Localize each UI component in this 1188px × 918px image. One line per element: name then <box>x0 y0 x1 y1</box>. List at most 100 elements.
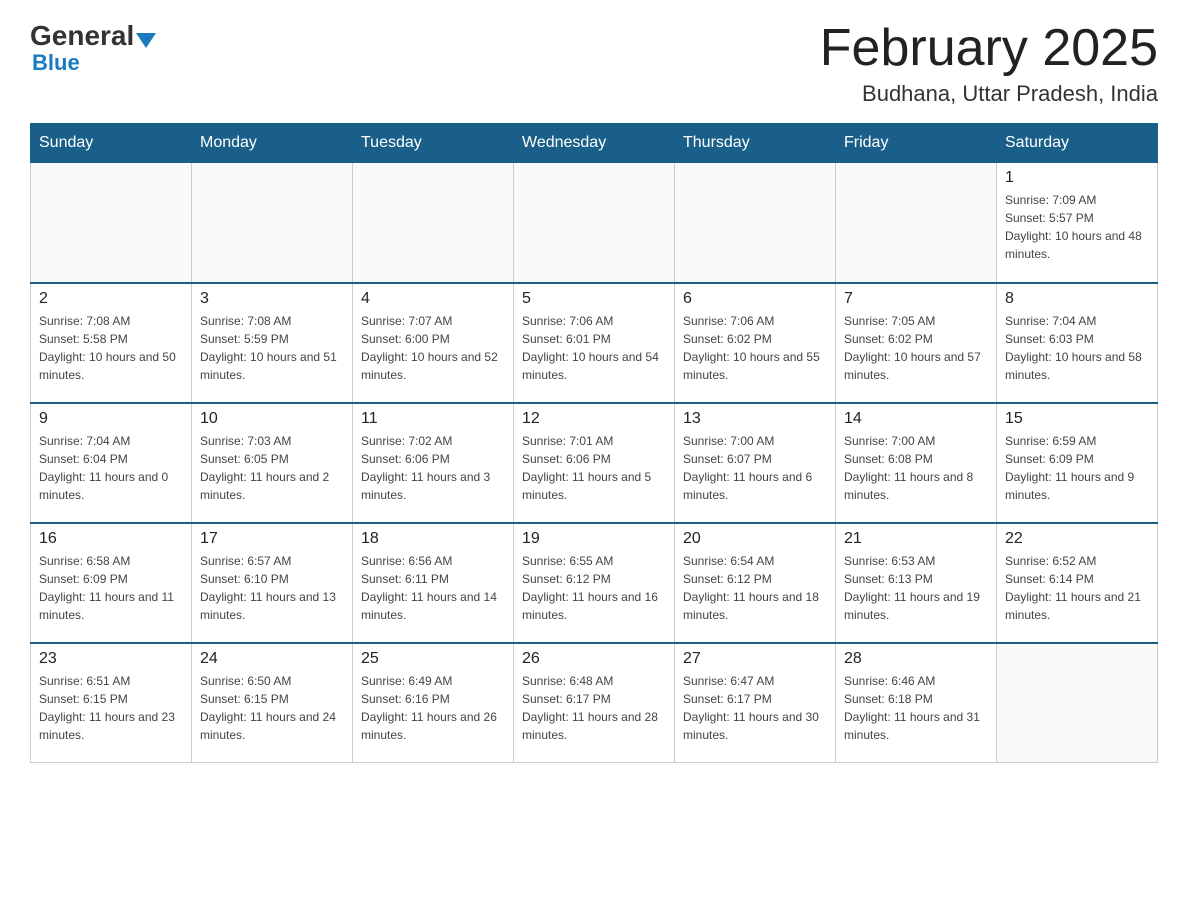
day-number: 17 <box>200 530 344 548</box>
title-area: February 2025 Budhana, Uttar Pradesh, In… <box>820 20 1158 107</box>
day-info: Sunrise: 6:56 AM Sunset: 6:11 PM Dayligh… <box>361 552 505 624</box>
day-info: Sunrise: 7:01 AM Sunset: 6:06 PM Dayligh… <box>522 432 666 504</box>
calendar-cell: 10 Sunrise: 7:03 AM Sunset: 6:05 PM Dayli… <box>192 403 353 523</box>
day-info: Sunrise: 6:58 AM Sunset: 6:09 PM Dayligh… <box>39 552 183 624</box>
day-info: Sunrise: 6:55 AM Sunset: 6:12 PM Dayligh… <box>522 552 666 624</box>
day-number: 15 <box>1005 410 1149 428</box>
calendar-cell: 7 Sunrise: 7:05 AM Sunset: 6:02 PM Daylig… <box>836 283 997 403</box>
calendar-cell: 14Sunrise: 7:00 AM Sunset: 6:08 PM Dayli… <box>836 403 997 523</box>
calendar-cell: 12Sunrise: 7:01 AM Sunset: 6:06 PM Dayli… <box>514 403 675 523</box>
calendar-cell <box>997 643 1158 763</box>
day-number: 18 <box>361 530 505 548</box>
calendar-cell: 25 Sunrise: 6:49 AM Sunset: 6:16 PM Dayli… <box>353 643 514 763</box>
week-row-1: 2Sunrise: 7:08 AM Sunset: 5:58 PM Daylig… <box>31 283 1158 403</box>
day-info: Sunrise: 6:54 AM Sunset: 6:12 PM Dayligh… <box>683 552 827 624</box>
day-number: 28 <box>844 650 988 668</box>
calendar-cell: 23Sunrise: 6:51 AM Sunset: 6:15 PM Dayli… <box>31 643 192 763</box>
header-cell-wednesday: Wednesday <box>514 124 675 163</box>
day-number: 19 <box>522 530 666 548</box>
day-info: Sunrise: 6:52 AM Sunset: 6:14 PM Dayligh… <box>1005 552 1149 624</box>
day-number: 5 <box>522 290 666 308</box>
day-info: Sunrise: 7:08 AM Sunset: 5:59 PM Dayligh… <box>200 312 344 384</box>
day-info: Sunrise: 7:04 AM Sunset: 6:03 PM Dayligh… <box>1005 312 1149 384</box>
day-number: 20 <box>683 530 827 548</box>
day-info: Sunrise: 6:47 AM Sunset: 6:17 PM Dayligh… <box>683 672 827 744</box>
calendar-cell <box>675 163 836 283</box>
calendar-table: SundayMondayTuesdayWednesdayThursdayFrid… <box>30 123 1158 763</box>
header-cell-sunday: Sunday <box>31 124 192 163</box>
calendar-cell: 19 Sunrise: 6:55 AM Sunset: 6:12 PM Dayli… <box>514 523 675 643</box>
calendar-cell: 1 Sunrise: 7:09 AM Sunset: 5:57 PM Daylig… <box>997 163 1158 283</box>
calendar-cell: 22 Sunrise: 6:52 AM Sunset: 6:14 PM Dayli… <box>997 523 1158 643</box>
calendar-cell <box>31 163 192 283</box>
day-number: 22 <box>1005 530 1149 548</box>
calendar-cell <box>514 163 675 283</box>
day-number: 26 <box>522 650 666 668</box>
calendar-cell: 24 Sunrise: 6:50 AM Sunset: 6:15 PM Dayli… <box>192 643 353 763</box>
calendar-cell: 11 Sunrise: 7:02 AM Sunset: 6:06 PM Dayli… <box>353 403 514 523</box>
day-info: Sunrise: 7:06 AM Sunset: 6:02 PM Dayligh… <box>683 312 827 384</box>
calendar-cell: 20 Sunrise: 6:54 AM Sunset: 6:12 PM Dayli… <box>675 523 836 643</box>
calendar-cell: 27 Sunrise: 6:47 AM Sunset: 6:17 PM Dayli… <box>675 643 836 763</box>
day-info: Sunrise: 6:48 AM Sunset: 6:17 PM Dayligh… <box>522 672 666 744</box>
header-cell-friday: Friday <box>836 124 997 163</box>
header-cell-saturday: Saturday <box>997 124 1158 163</box>
header: General Blue February 2025 Budhana, Utta… <box>30 20 1158 107</box>
day-info: Sunrise: 7:09 AM Sunset: 5:57 PM Dayligh… <box>1005 191 1149 263</box>
day-info: Sunrise: 6:59 AM Sunset: 6:09 PM Dayligh… <box>1005 432 1149 504</box>
day-info: Sunrise: 7:05 AM Sunset: 6:02 PM Dayligh… <box>844 312 988 384</box>
day-info: Sunrise: 7:03 AM Sunset: 6:05 PM Dayligh… <box>200 432 344 504</box>
calendar-cell <box>836 163 997 283</box>
week-row-0: 1 Sunrise: 7:09 AM Sunset: 5:57 PM Daylig… <box>31 163 1158 283</box>
calendar-cell: 8Sunrise: 7:04 AM Sunset: 6:03 PM Daylig… <box>997 283 1158 403</box>
calendar-cell: 13 Sunrise: 7:00 AM Sunset: 6:07 PM Dayli… <box>675 403 836 523</box>
day-number: 16 <box>39 530 183 548</box>
logo-blue-text: Blue <box>32 50 80 75</box>
day-info: Sunrise: 7:06 AM Sunset: 6:01 PM Dayligh… <box>522 312 666 384</box>
day-number: 10 <box>200 410 344 428</box>
logo: General Blue <box>30 20 158 76</box>
day-number: 21 <box>844 530 988 548</box>
day-info: Sunrise: 7:02 AM Sunset: 6:06 PM Dayligh… <box>361 432 505 504</box>
calendar-cell: 5 Sunrise: 7:06 AM Sunset: 6:01 PM Daylig… <box>514 283 675 403</box>
calendar-cell: 2Sunrise: 7:08 AM Sunset: 5:58 PM Daylig… <box>31 283 192 403</box>
calendar-cell: 28Sunrise: 6:46 AM Sunset: 6:18 PM Dayli… <box>836 643 997 763</box>
week-row-2: 9 Sunrise: 7:04 AM Sunset: 6:04 PM Daylig… <box>31 403 1158 523</box>
calendar-cell <box>353 163 514 283</box>
header-cell-monday: Monday <box>192 124 353 163</box>
calendar-cell: 21Sunrise: 6:53 AM Sunset: 6:13 PM Dayli… <box>836 523 997 643</box>
day-info: Sunrise: 7:00 AM Sunset: 6:08 PM Dayligh… <box>844 432 988 504</box>
day-info: Sunrise: 6:50 AM Sunset: 6:15 PM Dayligh… <box>200 672 344 744</box>
calendar-cell: 26 Sunrise: 6:48 AM Sunset: 6:17 PM Dayli… <box>514 643 675 763</box>
day-info: Sunrise: 7:07 AM Sunset: 6:00 PM Dayligh… <box>361 312 505 384</box>
logo-triangle-icon <box>136 33 156 48</box>
day-info: Sunrise: 7:04 AM Sunset: 6:04 PM Dayligh… <box>39 432 183 504</box>
day-info: Sunrise: 7:00 AM Sunset: 6:07 PM Dayligh… <box>683 432 827 504</box>
calendar-cell: 9 Sunrise: 7:04 AM Sunset: 6:04 PM Daylig… <box>31 403 192 523</box>
day-number: 7 <box>844 290 988 308</box>
day-number: 9 <box>39 410 183 428</box>
day-info: Sunrise: 6:51 AM Sunset: 6:15 PM Dayligh… <box>39 672 183 744</box>
week-row-4: 23Sunrise: 6:51 AM Sunset: 6:15 PM Dayli… <box>31 643 1158 763</box>
day-number: 27 <box>683 650 827 668</box>
logo-general-text: General <box>30 20 134 52</box>
day-number: 2 <box>39 290 183 308</box>
day-info: Sunrise: 6:49 AM Sunset: 6:16 PM Dayligh… <box>361 672 505 744</box>
day-number: 11 <box>361 410 505 428</box>
day-info: Sunrise: 6:57 AM Sunset: 6:10 PM Dayligh… <box>200 552 344 624</box>
calendar-cell: 18 Sunrise: 6:56 AM Sunset: 6:11 PM Dayli… <box>353 523 514 643</box>
day-number: 13 <box>683 410 827 428</box>
header-cell-thursday: Thursday <box>675 124 836 163</box>
week-row-3: 16 Sunrise: 6:58 AM Sunset: 6:09 PM Dayli… <box>31 523 1158 643</box>
day-number: 25 <box>361 650 505 668</box>
day-number: 4 <box>361 290 505 308</box>
header-cell-tuesday: Tuesday <box>353 124 514 163</box>
day-number: 24 <box>200 650 344 668</box>
calendar-cell: 4 Sunrise: 7:07 AM Sunset: 6:00 PM Daylig… <box>353 283 514 403</box>
day-number: 1 <box>1005 169 1149 187</box>
day-number: 6 <box>683 290 827 308</box>
calendar-cell <box>192 163 353 283</box>
calendar-cell: 3 Sunrise: 7:08 AM Sunset: 5:59 PM Daylig… <box>192 283 353 403</box>
day-number: 3 <box>200 290 344 308</box>
calendar-cell: 15 Sunrise: 6:59 AM Sunset: 6:09 PM Dayli… <box>997 403 1158 523</box>
